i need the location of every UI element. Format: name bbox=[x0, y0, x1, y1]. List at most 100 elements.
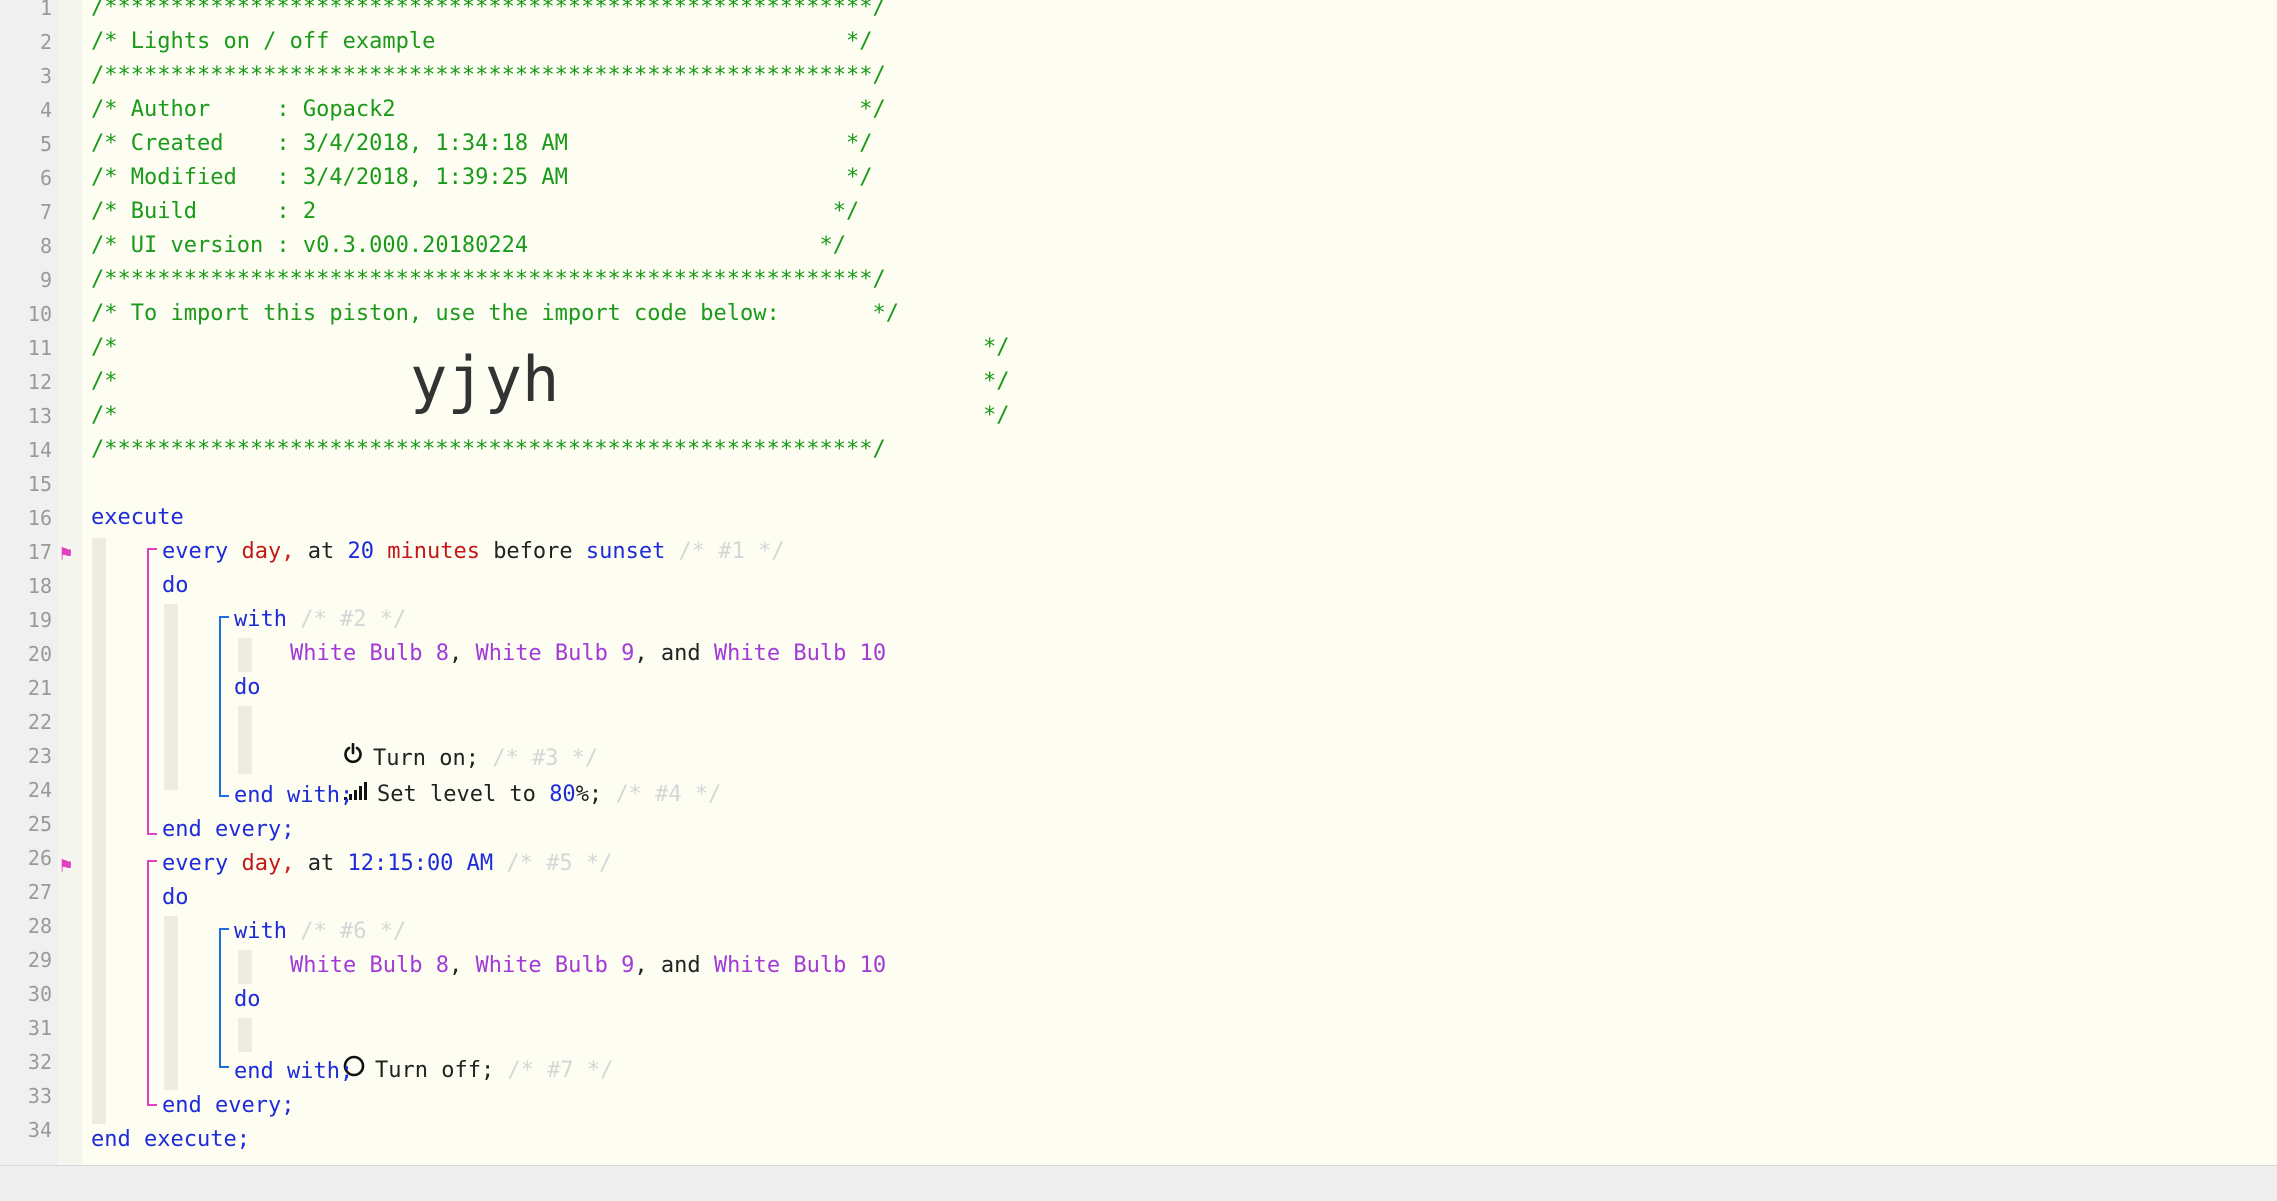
block-bracket bbox=[219, 1066, 229, 1068]
code-editor: 1 2 3 4 5 6 7 8 9 10 11 12 13 14 15 16 17 18 19 20 21 22 23 24 2… bbox=[0, 0, 2277, 1165]
execute-keyword[interactable]: execute bbox=[91, 501, 184, 535]
line-number: 8 bbox=[39, 234, 52, 258]
statement-id: /* #7 */ bbox=[507, 1058, 614, 1083]
line-number: 13 bbox=[27, 404, 52, 428]
sunset-value: sunset bbox=[585, 539, 666, 564]
block-bracket bbox=[147, 548, 157, 550]
comment-blank-close: */ bbox=[983, 335, 1010, 360]
at-keyword: at bbox=[307, 851, 335, 876]
statement-id: /* #1 */ bbox=[678, 539, 785, 564]
with-statement[interactable]: with /* #2 */ bbox=[234, 603, 406, 637]
line-number: 28 bbox=[27, 914, 52, 938]
day-value: day, bbox=[241, 539, 295, 564]
line-number: 1 bbox=[39, 0, 52, 20]
comment-blank-close: */ bbox=[983, 403, 1010, 428]
device-name: White Bulb 8 bbox=[290, 953, 449, 978]
do-keyword[interactable]: do bbox=[162, 881, 189, 915]
level-value: 80 bbox=[549, 782, 576, 807]
and-keyword: and bbox=[660, 641, 701, 666]
comment-blank-open: /* bbox=[91, 369, 118, 394]
comment-border: /***************************************… bbox=[91, 437, 886, 462]
line-number: 11 bbox=[27, 336, 52, 360]
do-keyword[interactable]: do bbox=[162, 569, 189, 603]
block-bracket bbox=[219, 616, 229, 618]
end-execute-keyword[interactable]: end execute; bbox=[91, 1123, 250, 1157]
with-statement[interactable]: with /* #6 */ bbox=[234, 915, 406, 949]
line-number: 19 bbox=[27, 608, 52, 632]
comment-blank-close: */ bbox=[983, 369, 1010, 394]
do-keyword[interactable]: do bbox=[234, 671, 261, 705]
comment-build: /* Build : 2 */ bbox=[91, 199, 860, 224]
separator: , bbox=[634, 641, 648, 666]
indent-guide bbox=[164, 916, 178, 1090]
indent-guide bbox=[238, 950, 252, 984]
minutes-value: 20 bbox=[347, 539, 374, 564]
line-number: 2 bbox=[39, 30, 52, 54]
comment-ui-version: /* UI version : v0.3.000.20180224 */ bbox=[91, 233, 846, 258]
turn-on-command[interactable]: Turn on; /* #3 */ bbox=[290, 708, 598, 771]
end-every-keyword[interactable]: end every; bbox=[162, 813, 294, 847]
flag-icon[interactable]: ⚑ bbox=[60, 848, 72, 882]
separator: , bbox=[448, 953, 463, 978]
device-list[interactable]: White Bulb 8, White Bulb 9, and White Bu… bbox=[290, 637, 886, 671]
block-bracket bbox=[147, 548, 149, 835]
block-bracket bbox=[219, 928, 221, 1068]
comment-modified: /* Modified : 3/4/2018, 1:39:25 AM */ bbox=[91, 165, 873, 190]
end-with-keyword[interactable]: end with; bbox=[234, 1055, 353, 1089]
line-number: 6 bbox=[39, 166, 52, 190]
comment-blank-open: /* bbox=[91, 403, 118, 428]
line-number: 31 bbox=[27, 1016, 52, 1040]
line-number: 16 bbox=[27, 506, 52, 530]
statement-id: /* #6 */ bbox=[300, 919, 407, 944]
indent-guide bbox=[92, 538, 106, 1124]
turn-off-command[interactable]: Turn off; /* #7 */ bbox=[290, 1020, 613, 1083]
comment-border: /***************************************… bbox=[91, 0, 886, 20]
line-number: 21 bbox=[27, 676, 52, 700]
device-name: White Bulb 8 bbox=[290, 641, 449, 666]
do-keyword[interactable]: do bbox=[234, 983, 261, 1017]
line-number: 24 bbox=[27, 778, 52, 802]
line-number: 23 bbox=[27, 744, 52, 768]
line-number: 32 bbox=[27, 1050, 52, 1074]
device-name: White Bulb 9 bbox=[475, 641, 635, 666]
import-code[interactable]: yjyh bbox=[410, 349, 559, 411]
line-number: 29 bbox=[27, 948, 52, 972]
line-number: 5 bbox=[39, 132, 52, 156]
line-number: 17 bbox=[27, 540, 52, 564]
before-keyword: before bbox=[493, 539, 573, 564]
end-with-keyword[interactable]: end with; bbox=[234, 779, 353, 813]
flag-gutter bbox=[58, 0, 82, 1165]
statement-id: /* #5 */ bbox=[506, 851, 613, 876]
block-bracket bbox=[147, 1104, 157, 1106]
separator: , bbox=[634, 953, 648, 978]
comment-title: /* Lights on / off example */ bbox=[91, 29, 873, 54]
line-number: 33 bbox=[27, 1084, 52, 1108]
block-bracket bbox=[147, 860, 157, 862]
day-value: day, bbox=[241, 851, 295, 876]
command-text: Set level to bbox=[376, 782, 536, 807]
at-keyword: at bbox=[307, 539, 335, 564]
line-number: 22 bbox=[27, 710, 52, 734]
set-level-command[interactable]: Set level to 80%; /* #4 */ bbox=[290, 744, 721, 807]
end-every-keyword[interactable]: end every; bbox=[162, 1089, 294, 1123]
device-name: White Bulb 10 bbox=[713, 641, 887, 666]
every-statement[interactable]: every day, at 20 minutes before sunset /… bbox=[162, 535, 785, 569]
block-bracket bbox=[219, 616, 221, 797]
line-number: 30 bbox=[27, 982, 52, 1006]
device-name: White Bulb 9 bbox=[475, 953, 635, 978]
line-number: 15 bbox=[27, 472, 52, 496]
line-number: 25 bbox=[27, 812, 52, 836]
line-number: 10 bbox=[27, 302, 52, 326]
separator: , bbox=[448, 641, 463, 666]
command-text: Turn off; bbox=[374, 1058, 495, 1083]
line-number: 20 bbox=[27, 642, 52, 666]
indent-guide bbox=[238, 1018, 252, 1052]
indent-guide bbox=[164, 604, 178, 790]
every-keyword: every bbox=[162, 539, 229, 564]
statement-id: /* #2 */ bbox=[300, 607, 407, 632]
line-number: 18 bbox=[27, 574, 52, 598]
flag-icon[interactable]: ⚑ bbox=[60, 536, 72, 570]
comment-created: /* Created : 3/4/2018, 1:34:18 AM */ bbox=[91, 131, 873, 156]
every-statement[interactable]: every day, at 12:15:00 AM /* #5 */ bbox=[162, 847, 612, 881]
device-list[interactable]: White Bulb 8, White Bulb 9, and White Bu… bbox=[290, 949, 886, 983]
